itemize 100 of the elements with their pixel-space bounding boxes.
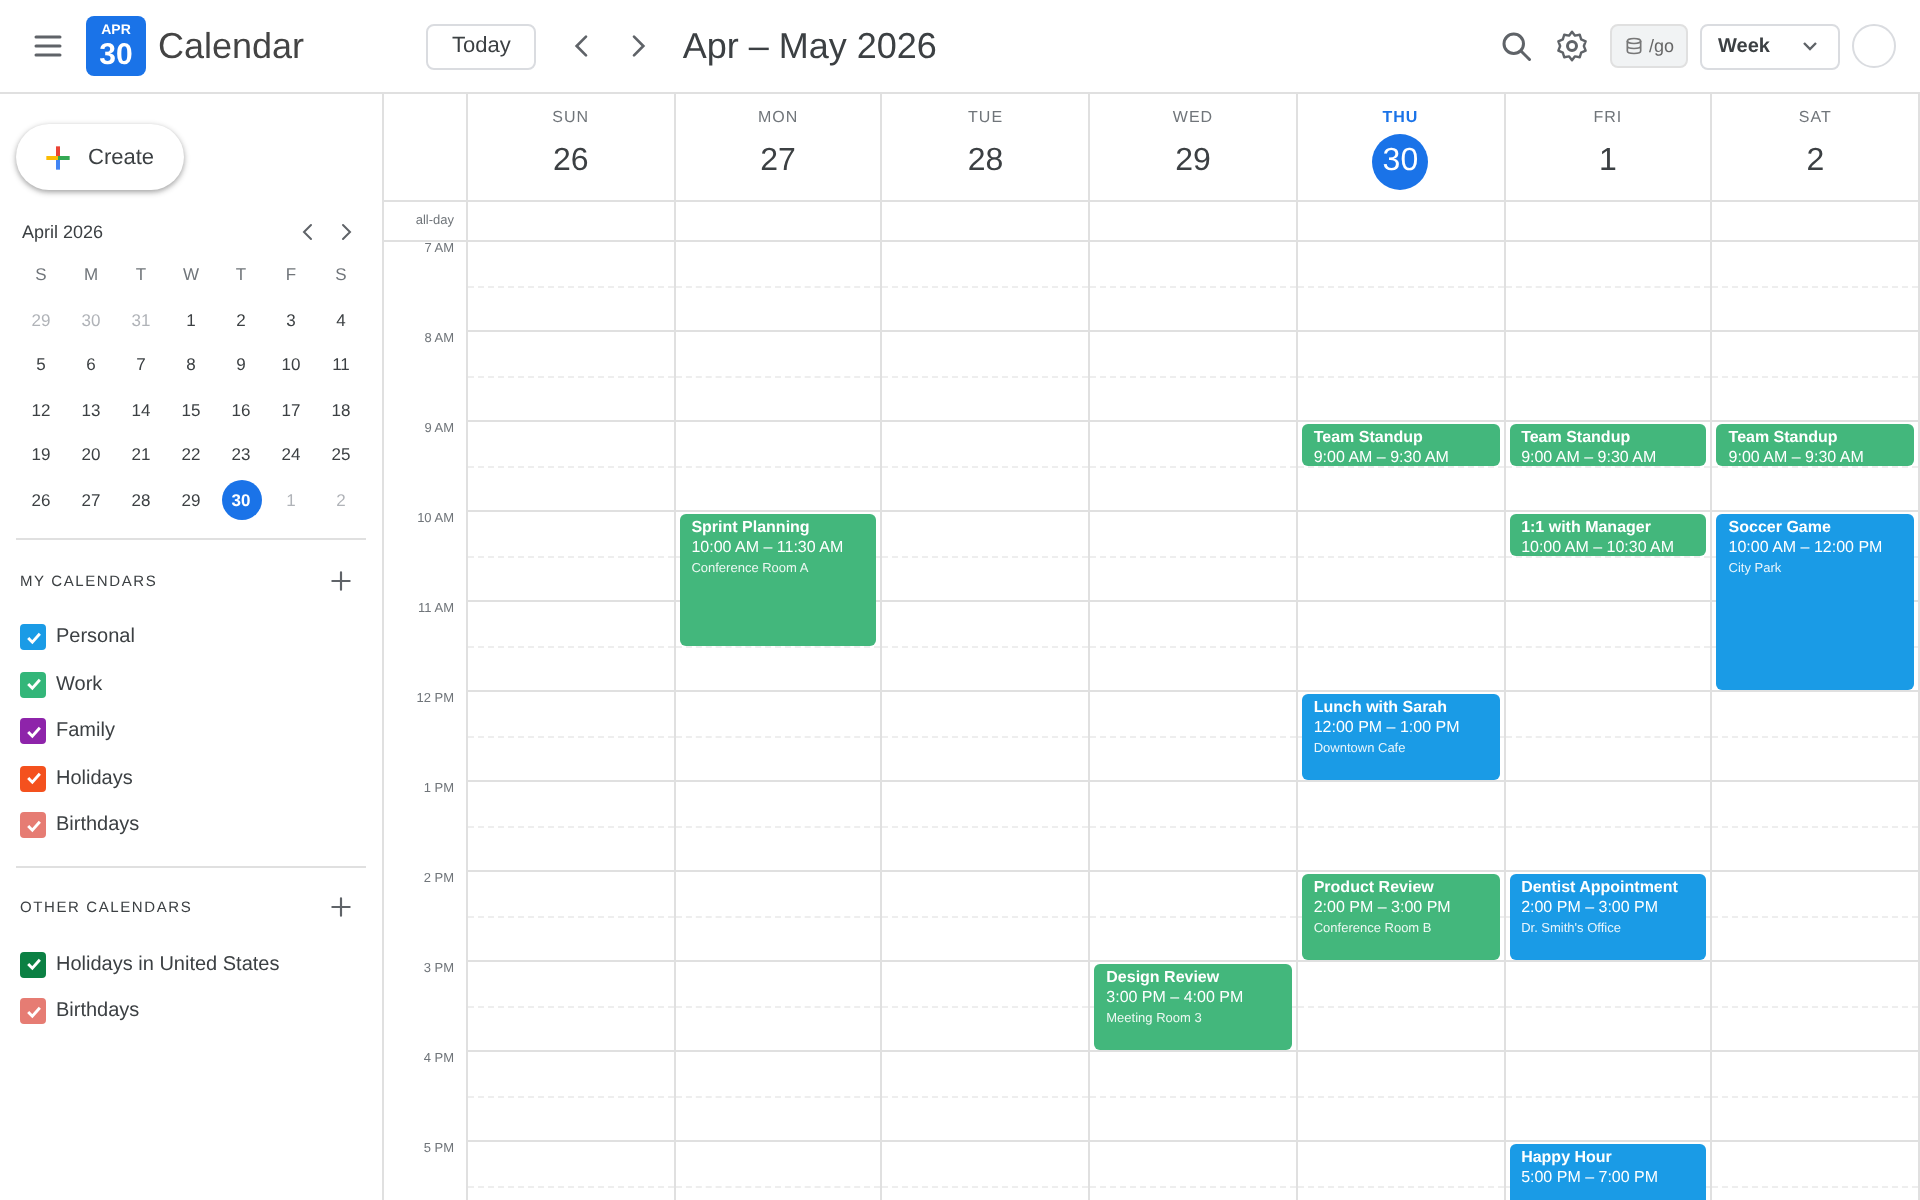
mini-calendar-day[interactable]: 25: [321, 434, 361, 474]
weekday-name: SAT: [1798, 108, 1832, 130]
go-chip[interactable]: /go: [1609, 24, 1689, 68]
date-range-title: Apr – May 2026: [682, 25, 937, 67]
month-title: April 2026: [22, 222, 104, 242]
mini-calendar-day[interactable]: 28: [121, 479, 161, 519]
weekday-name: MON: [757, 108, 799, 130]
event-title: Team Standup: [1521, 428, 1633, 447]
mini-calendar-day[interactable]: 2: [221, 299, 261, 339]
event-time: 9:00 AM – 9:30 AM: [1728, 447, 1866, 465]
day-number[interactable]: 2: [1787, 134, 1844, 190]
weekday-name: SUN: [552, 108, 590, 130]
mini-calendar-day[interactable]: 11: [321, 344, 361, 384]
mini-calendar-day[interactable]: 13: [71, 389, 111, 429]
event-time: 10:00 AM – 11:30 AM: [691, 537, 846, 557]
event-title: Happy Hour: [1521, 1148, 1614, 1167]
calendar-name[interactable]: Holidays: [56, 767, 133, 790]
mini-calendar-day[interactable]: 12: [21, 389, 61, 429]
checkbox[interactable]: [20, 812, 46, 839]
checkbox[interactable]: [20, 624, 46, 651]
checkmark-icon: [23, 721, 43, 742]
mini-calendar-day[interactable]: 26: [21, 479, 61, 519]
day-number[interactable]: 26: [542, 134, 599, 190]
mini-calendar-day[interactable]: 16: [221, 389, 261, 429]
day-number[interactable]: 28: [957, 134, 1014, 190]
weekday-label: W: [180, 262, 202, 289]
event-time: 2:00 PM – 3:00 PM: [1313, 897, 1453, 917]
mini-calendar-day[interactable]: 5: [21, 344, 61, 384]
mini-calendar-day[interactable]: 29: [171, 479, 211, 519]
mini-calendar-day[interactable]: 10: [271, 344, 311, 384]
weekday-label: S: [33, 262, 49, 289]
calendar-name[interactable]: Holidays in United States: [56, 953, 280, 976]
event-title: Team Standup: [1313, 428, 1425, 447]
mini-calendar-day[interactable]: 17: [271, 389, 311, 429]
mini-calendar-day[interactable]: 7: [121, 344, 161, 384]
mini-calendar-day[interactable]: 24: [271, 434, 311, 474]
day-number[interactable]: 1: [1579, 134, 1636, 190]
event-time: 9:00 AM – 9:30 AM: [1313, 447, 1451, 465]
mini-calendar-day[interactable]: 27: [71, 479, 111, 519]
checkmark-icon: [23, 674, 43, 695]
today-button[interactable]: Today: [426, 23, 537, 69]
view-select[interactable]: Week: [1700, 23, 1840, 69]
plus-icon: [44, 143, 72, 171]
mini-calendar-day[interactable]: 18: [321, 389, 361, 429]
weekday-name: FRI: [1593, 108, 1623, 130]
checkbox[interactable]: [20, 951, 46, 978]
checkmark-icon: [23, 627, 43, 648]
mini-calendar-day[interactable]: 3: [271, 299, 311, 339]
search-icon[interactable]: [1497, 28, 1534, 64]
mini-calendar-day[interactable]: 21: [121, 434, 161, 474]
weekday-label: M: [81, 262, 101, 289]
event-title: Product Review: [1313, 878, 1436, 897]
event-time: 3:00 PM – 4:00 PM: [1106, 987, 1246, 1007]
mini-calendar-day[interactable]: 1: [171, 299, 211, 339]
settings-icon[interactable]: [1553, 28, 1590, 64]
create-button[interactable]: Create: [16, 124, 185, 190]
weekday-name: WED: [1172, 108, 1214, 130]
weekday-label: T: [133, 262, 149, 289]
mini-calendar-day[interactable]: 30: [221, 479, 261, 519]
day-number[interactable]: 30: [1372, 134, 1429, 190]
mini-calendar-day[interactable]: 14: [121, 389, 161, 429]
day-number[interactable]: 27: [750, 134, 807, 190]
mini-calendar-day[interactable]: 6: [71, 344, 111, 384]
weekday-name: THU: [1382, 108, 1419, 130]
calendar-name[interactable]: Personal: [56, 626, 135, 649]
day-number[interactable]: 29: [1164, 134, 1221, 190]
event-title: Design Review: [1106, 968, 1222, 987]
calendar-name[interactable]: Family: [56, 720, 115, 743]
calendar-name[interactable]: Birthdays: [56, 1000, 140, 1023]
mini-calendar-day[interactable]: 20: [71, 434, 111, 474]
checkbox[interactable]: [20, 998, 46, 1025]
mini-calendar-day[interactable]: 8: [171, 344, 211, 384]
weekday-label: S: [333, 262, 349, 289]
checkbox[interactable]: [20, 765, 46, 792]
weekday-label: T: [233, 262, 249, 289]
mini-calendar-day[interactable]: 9: [221, 344, 261, 384]
mini-calendar-day[interactable]: 22: [171, 434, 211, 474]
database-icon: [1623, 36, 1644, 56]
app-name: Calendar: [158, 25, 305, 67]
mini-calendar-day[interactable]: 19: [21, 434, 61, 474]
add-icon[interactable]: [328, 894, 354, 920]
checkmark-icon: [23, 1001, 43, 1022]
event-time: 5:00 PM – 7:00 PM: [1521, 1167, 1661, 1187]
event-title: Sprint Planning: [691, 518, 812, 537]
checkbox[interactable]: [20, 718, 46, 745]
event-title: Dentist Appointment: [1521, 878, 1680, 897]
weekday-label: F: [283, 262, 299, 289]
event-time: 10:00 AM – 12:00 PM: [1728, 537, 1885, 557]
event-time: 9:00 AM – 9:30 AM: [1521, 447, 1659, 465]
checkbox[interactable]: [20, 671, 46, 698]
mini-calendar-day[interactable]: 23: [221, 434, 261, 474]
add-icon[interactable]: [328, 567, 354, 593]
checkmark-icon: [23, 954, 43, 975]
event-time: 10:00 AM – 10:30 AM: [1521, 537, 1677, 555]
calendar-name[interactable]: Work: [56, 673, 103, 696]
event-title: 1:1 with Manager: [1521, 518, 1653, 537]
mini-calendar-day[interactable]: 15: [171, 389, 211, 429]
calendar-name[interactable]: Birthdays: [56, 814, 140, 837]
event-time: 12:00 PM – 1:00 PM: [1313, 717, 1462, 737]
mini-calendar-day[interactable]: 4: [321, 299, 361, 339]
